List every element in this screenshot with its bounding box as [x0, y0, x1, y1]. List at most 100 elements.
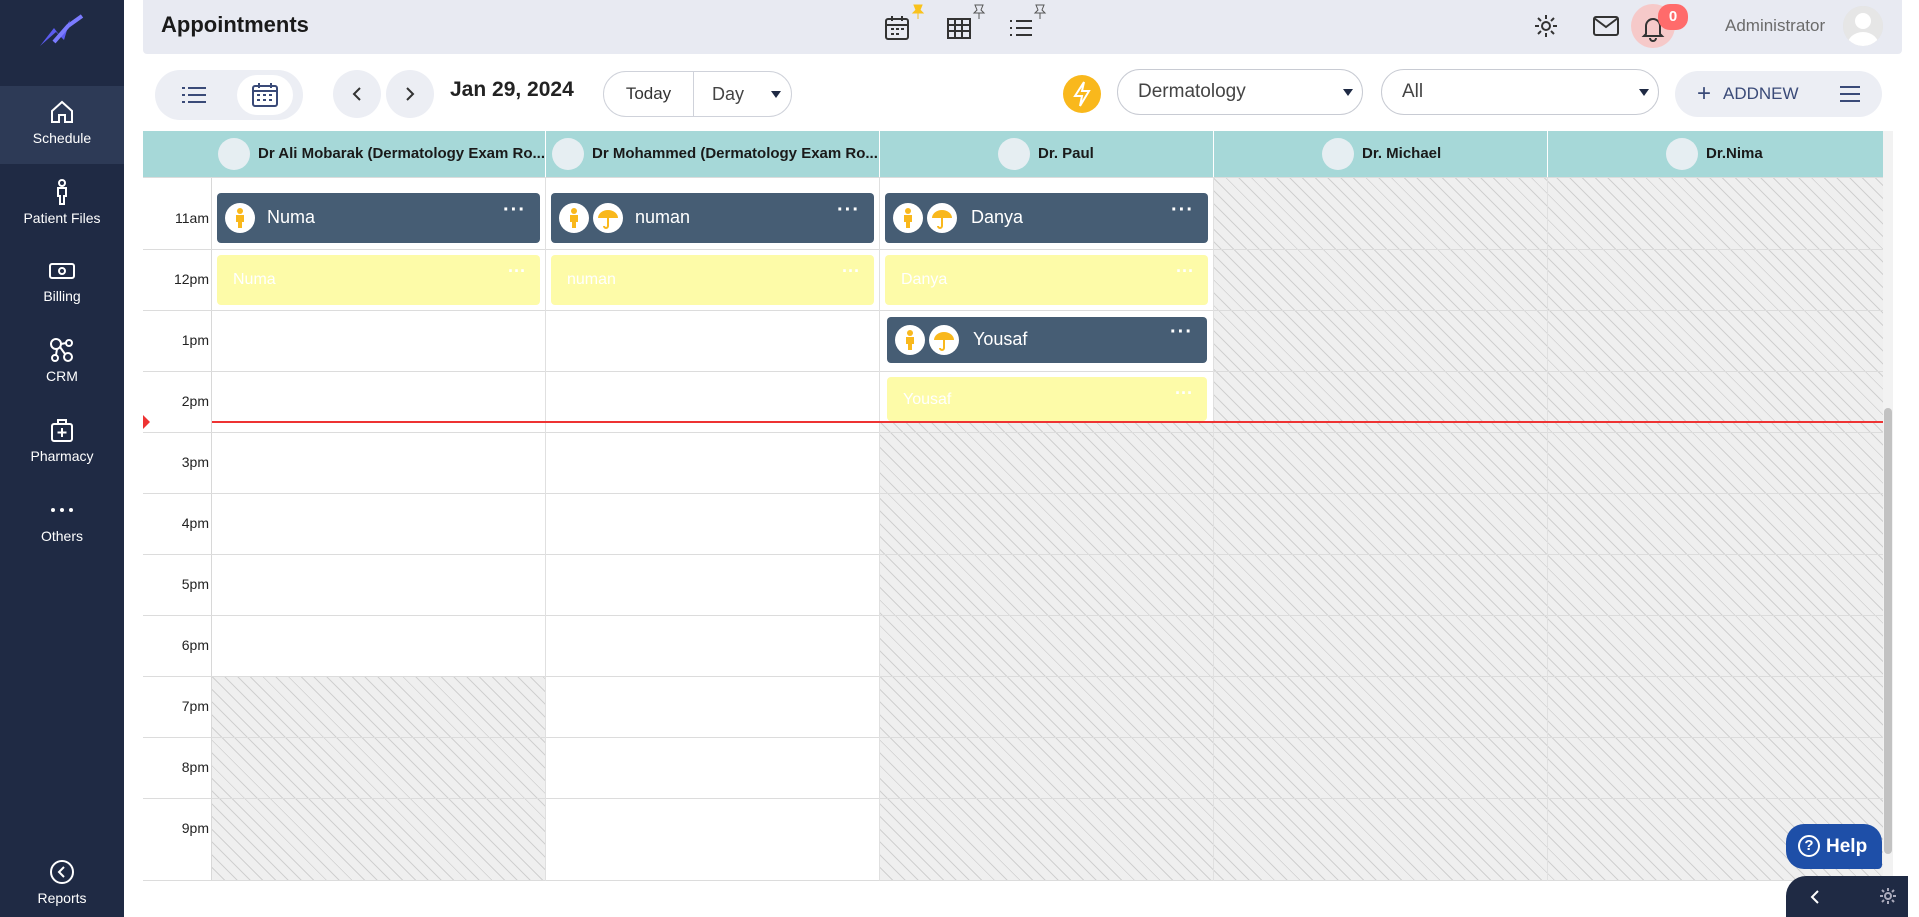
lightning-button[interactable] [1063, 75, 1101, 113]
notification-badge[interactable]: 0 [1658, 4, 1688, 30]
today-button[interactable]: Today [604, 72, 694, 116]
more-options-icon[interactable]: ··· [1176, 261, 1194, 282]
header: Appointments 0 Administrator [143, 0, 1902, 54]
caret-down-icon [1343, 89, 1353, 96]
table-view-icon[interactable] [945, 14, 973, 42]
pin-icon[interactable] [972, 4, 986, 20]
hamburger-icon[interactable] [1839, 85, 1861, 103]
corner-header [143, 131, 212, 177]
doctor-avatar [552, 138, 584, 170]
time-label: 6pm [181, 637, 209, 653]
column-header[interactable]: Dr Mohammed (Dermatology Exam Ro... [546, 131, 879, 177]
sidebar-item-pharmacy[interactable]: Pharmacy [0, 404, 124, 482]
filter-select[interactable]: All [1381, 69, 1659, 115]
column-header[interactable]: Dr. Paul [880, 131, 1213, 177]
view-select[interactable]: Day [694, 72, 792, 116]
grid-line [545, 177, 546, 881]
chevron-left-icon[interactable] [1810, 890, 1820, 904]
list-mode-button[interactable] [165, 75, 221, 115]
more-options-icon[interactable]: ··· [837, 199, 860, 222]
time-label: 9pm [181, 820, 209, 836]
grid-line [143, 177, 1883, 178]
sidebar-item-crm[interactable]: CRM [0, 324, 124, 402]
time-label: 3pm [181, 454, 209, 470]
sidebar-item-schedule[interactable]: Schedule [0, 86, 124, 164]
grid-line [1547, 177, 1548, 881]
more-options-icon[interactable]: ··· [508, 261, 526, 282]
prev-day-button[interactable] [333, 70, 381, 118]
calendar-mode-button[interactable] [237, 75, 293, 115]
more-options-icon[interactable]: ··· [1170, 321, 1193, 344]
next-day-button[interactable] [386, 70, 434, 118]
column-header[interactable]: Dr.Nima [1548, 131, 1883, 177]
unavailable-slot [1214, 177, 1883, 421]
back-circle-icon [50, 860, 74, 884]
doctor-avatar [218, 138, 250, 170]
toolbar: Jan 29, 2024 Today Day Dermatology All +… [143, 54, 1902, 130]
dots-icon [51, 508, 73, 512]
more-options-icon[interactable]: ··· [1171, 199, 1194, 222]
sidebar-item-billing[interactable]: Billing [0, 244, 124, 322]
time-label: 2pm [181, 393, 209, 409]
doctor-avatar [1322, 138, 1354, 170]
time-label: 1pm [181, 332, 209, 348]
grid-line [143, 249, 1883, 250]
department-select[interactable]: Dermatology [1117, 69, 1363, 115]
calendar-view-icon[interactable] [883, 14, 911, 42]
list-view-icon[interactable] [1007, 14, 1035, 42]
avatar[interactable] [1843, 6, 1883, 46]
chevron-left-icon [352, 87, 361, 101]
logo-icon[interactable] [36, 12, 86, 52]
mail-icon[interactable] [1592, 12, 1620, 40]
grid-line [879, 177, 880, 881]
unavailable-slot [212, 677, 545, 881]
appointment-card[interactable]: Yousaf ··· [887, 317, 1207, 363]
sidebar-item-others[interactable]: Others [0, 484, 124, 562]
appointment-patient-name: Numa [267, 207, 316, 227]
grid-line [143, 310, 1883, 311]
grid-line [143, 615, 1883, 616]
add-new-label: ADDNEW [1723, 84, 1799, 103]
more-options-icon[interactable]: ··· [1175, 383, 1193, 404]
column-header-name: Dr.Nima [1706, 145, 1763, 162]
time-label: 11am [175, 210, 209, 226]
person-icon [225, 203, 255, 233]
sidebar: Schedule Patient Files Billing CRM Pharm… [0, 0, 124, 917]
pending-patient-name: Danya [901, 271, 948, 288]
column-header-name: Dr Mohammed (Dermatology Exam Ro... [592, 145, 878, 162]
appointment-card[interactable]: Danya ··· [885, 193, 1208, 243]
pending-appointment[interactable]: Yousaf ··· [887, 377, 1207, 421]
column-header[interactable]: Dr Ali Mobarak (Dermatology Exam Ro... [212, 131, 545, 177]
pin-icon[interactable] [1033, 4, 1047, 20]
current-date: Jan 29, 2024 [450, 78, 574, 101]
appointment-card[interactable]: Numa ··· [217, 193, 540, 243]
pin-active-icon[interactable] [911, 4, 925, 20]
column-header[interactable]: Dr. Michael [1214, 131, 1547, 177]
add-new-button[interactable]: + ADDNEW [1675, 71, 1882, 117]
appointment-card[interactable]: numan ··· [551, 193, 874, 243]
view-select-value: Day [712, 84, 745, 104]
sidebar-item-label: Patient Files [23, 210, 101, 226]
sidebar-item-reports[interactable]: Reports [0, 846, 124, 917]
scrollbar-thumb[interactable] [1884, 408, 1892, 854]
help-label: Help [1826, 836, 1868, 857]
grid-line [143, 432, 1883, 433]
pending-appointment[interactable]: Danya ··· [885, 255, 1208, 305]
chevron-right-icon [406, 87, 415, 101]
help-button[interactable]: ? Help [1786, 824, 1882, 869]
sidebar-item-patient-files[interactable]: Patient Files [0, 166, 124, 244]
pending-appointment[interactable]: Numa ··· [217, 255, 540, 305]
user-name[interactable]: Administrator [1725, 16, 1825, 36]
gear-icon[interactable] [1532, 12, 1560, 40]
pending-patient-name: Yousaf [903, 391, 952, 408]
more-options-icon[interactable]: ··· [503, 199, 526, 222]
umbrella-icon [927, 203, 957, 233]
grid-line [143, 880, 1883, 881]
gear-icon[interactable] [1878, 886, 1898, 906]
person-icon [893, 203, 923, 233]
column-header-name: Dr Ali Mobarak (Dermatology Exam Ro... [258, 145, 545, 162]
bottom-panel-toggle[interactable] [1786, 876, 1908, 917]
column-header-name: Dr. Michael [1362, 145, 1442, 162]
pending-appointment[interactable]: numan ··· [551, 255, 874, 305]
more-options-icon[interactable]: ··· [842, 261, 860, 282]
